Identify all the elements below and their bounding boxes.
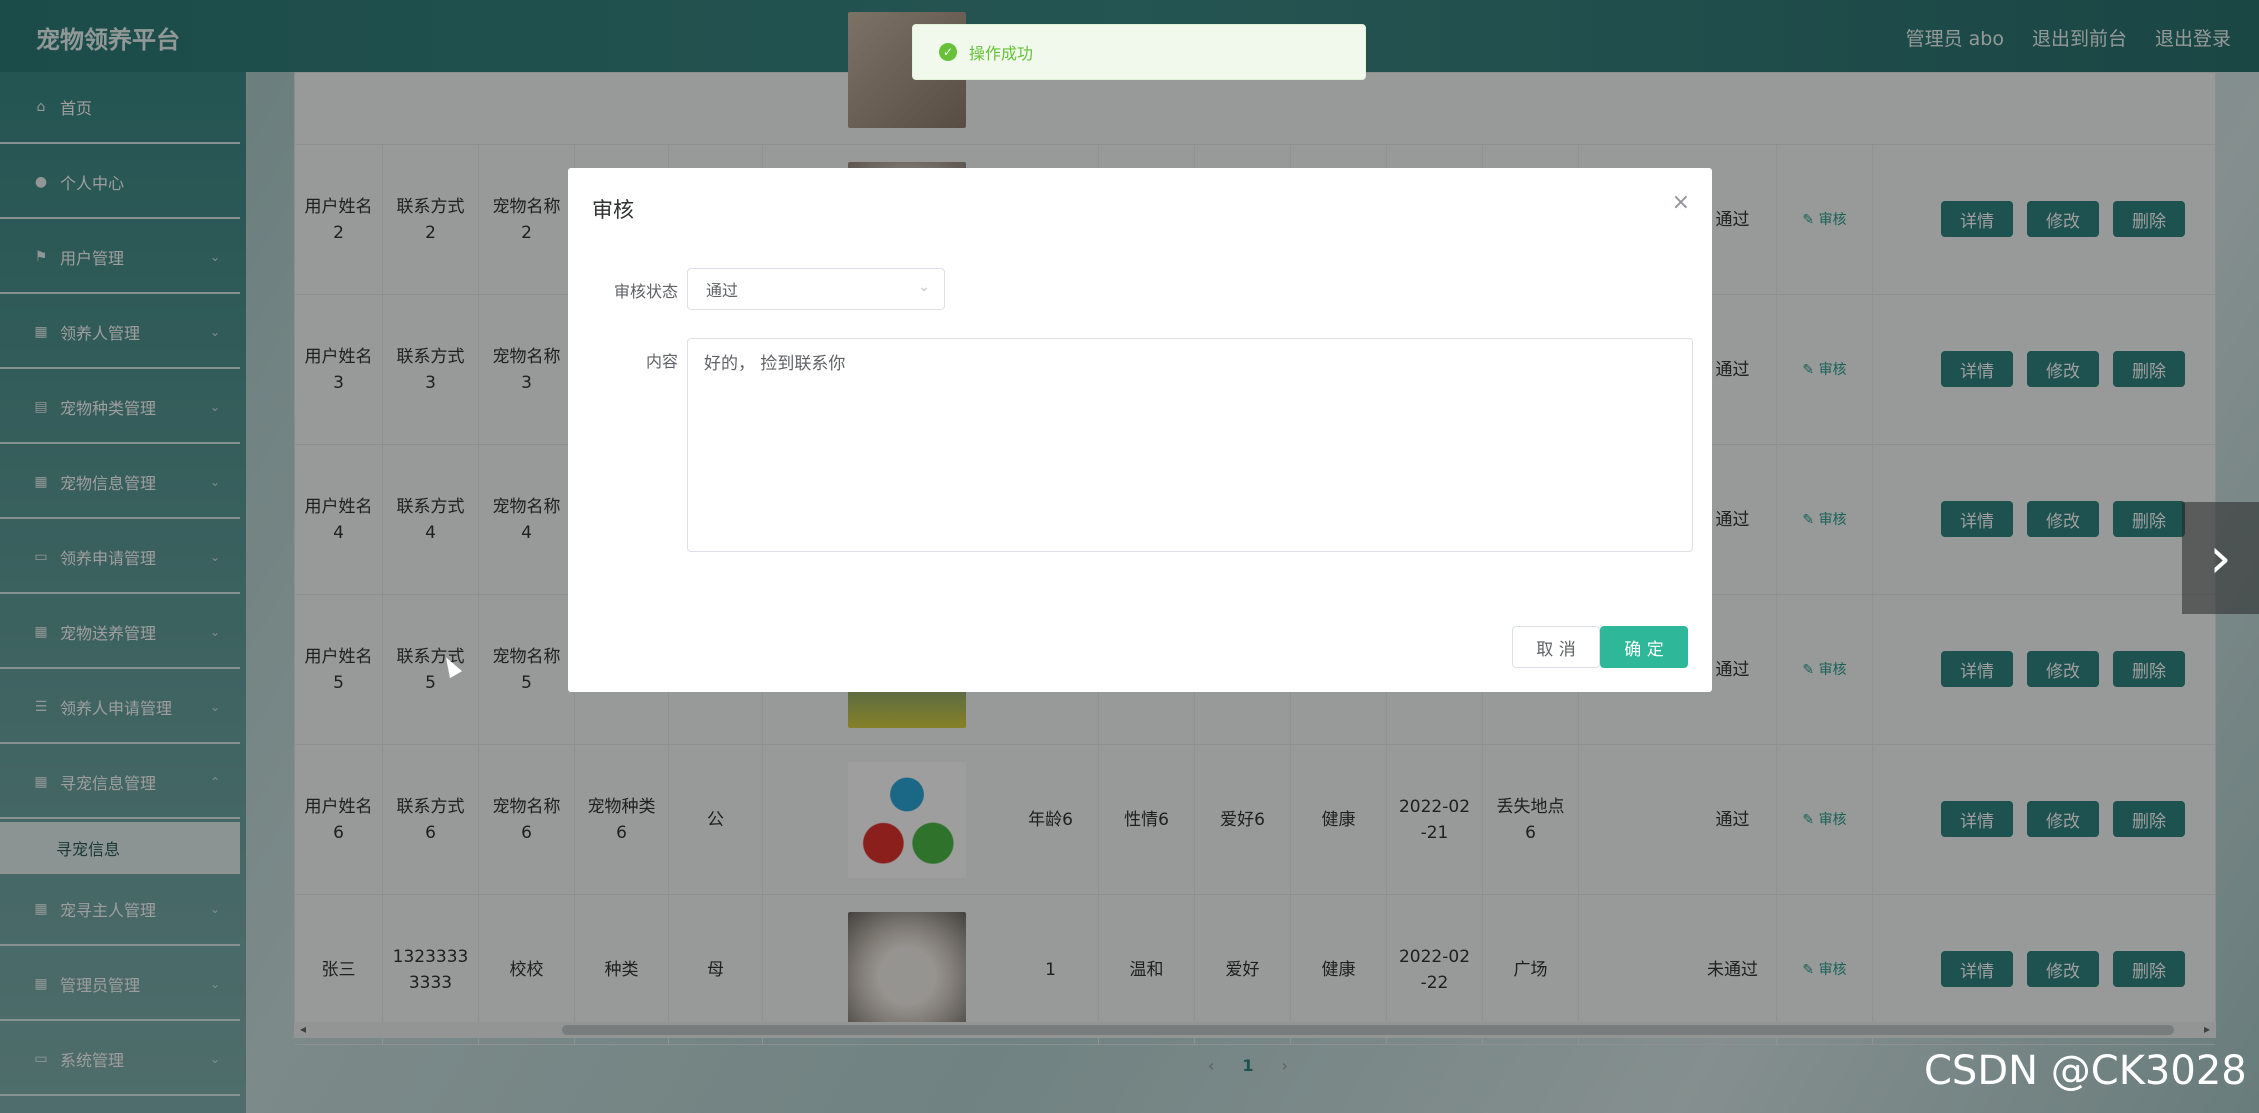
success-toast: ✓ 操作成功 bbox=[912, 24, 1366, 80]
confirm-button[interactable]: 确 定 bbox=[1600, 626, 1688, 668]
cancel-button[interactable]: 取 消 bbox=[1512, 626, 1600, 668]
chevron-down-icon: ⌄ bbox=[918, 279, 930, 295]
toast-text: 操作成功 bbox=[969, 44, 1034, 63]
select-value: 通过 bbox=[706, 281, 739, 300]
chevron-right-icon[interactable]: › bbox=[2182, 502, 2259, 614]
audit-dialog: 审核 × 审核状态 通过 ⌄ 内容 好的， 捡到联系你 取 消 确 定 bbox=[568, 168, 1712, 692]
close-icon[interactable]: × bbox=[1672, 190, 1690, 215]
content-label: 内容 bbox=[645, 352, 678, 371]
watermark: CSDN @CK3028 bbox=[1924, 1048, 2247, 1094]
content-textarea[interactable]: 好的， 捡到联系你 bbox=[687, 338, 1693, 552]
audit-status-select[interactable]: 通过 ⌄ bbox=[687, 268, 945, 310]
status-label: 审核状态 bbox=[613, 282, 678, 301]
dialog-title: 审核 bbox=[592, 198, 634, 222]
check-circle-icon: ✓ bbox=[939, 43, 957, 61]
